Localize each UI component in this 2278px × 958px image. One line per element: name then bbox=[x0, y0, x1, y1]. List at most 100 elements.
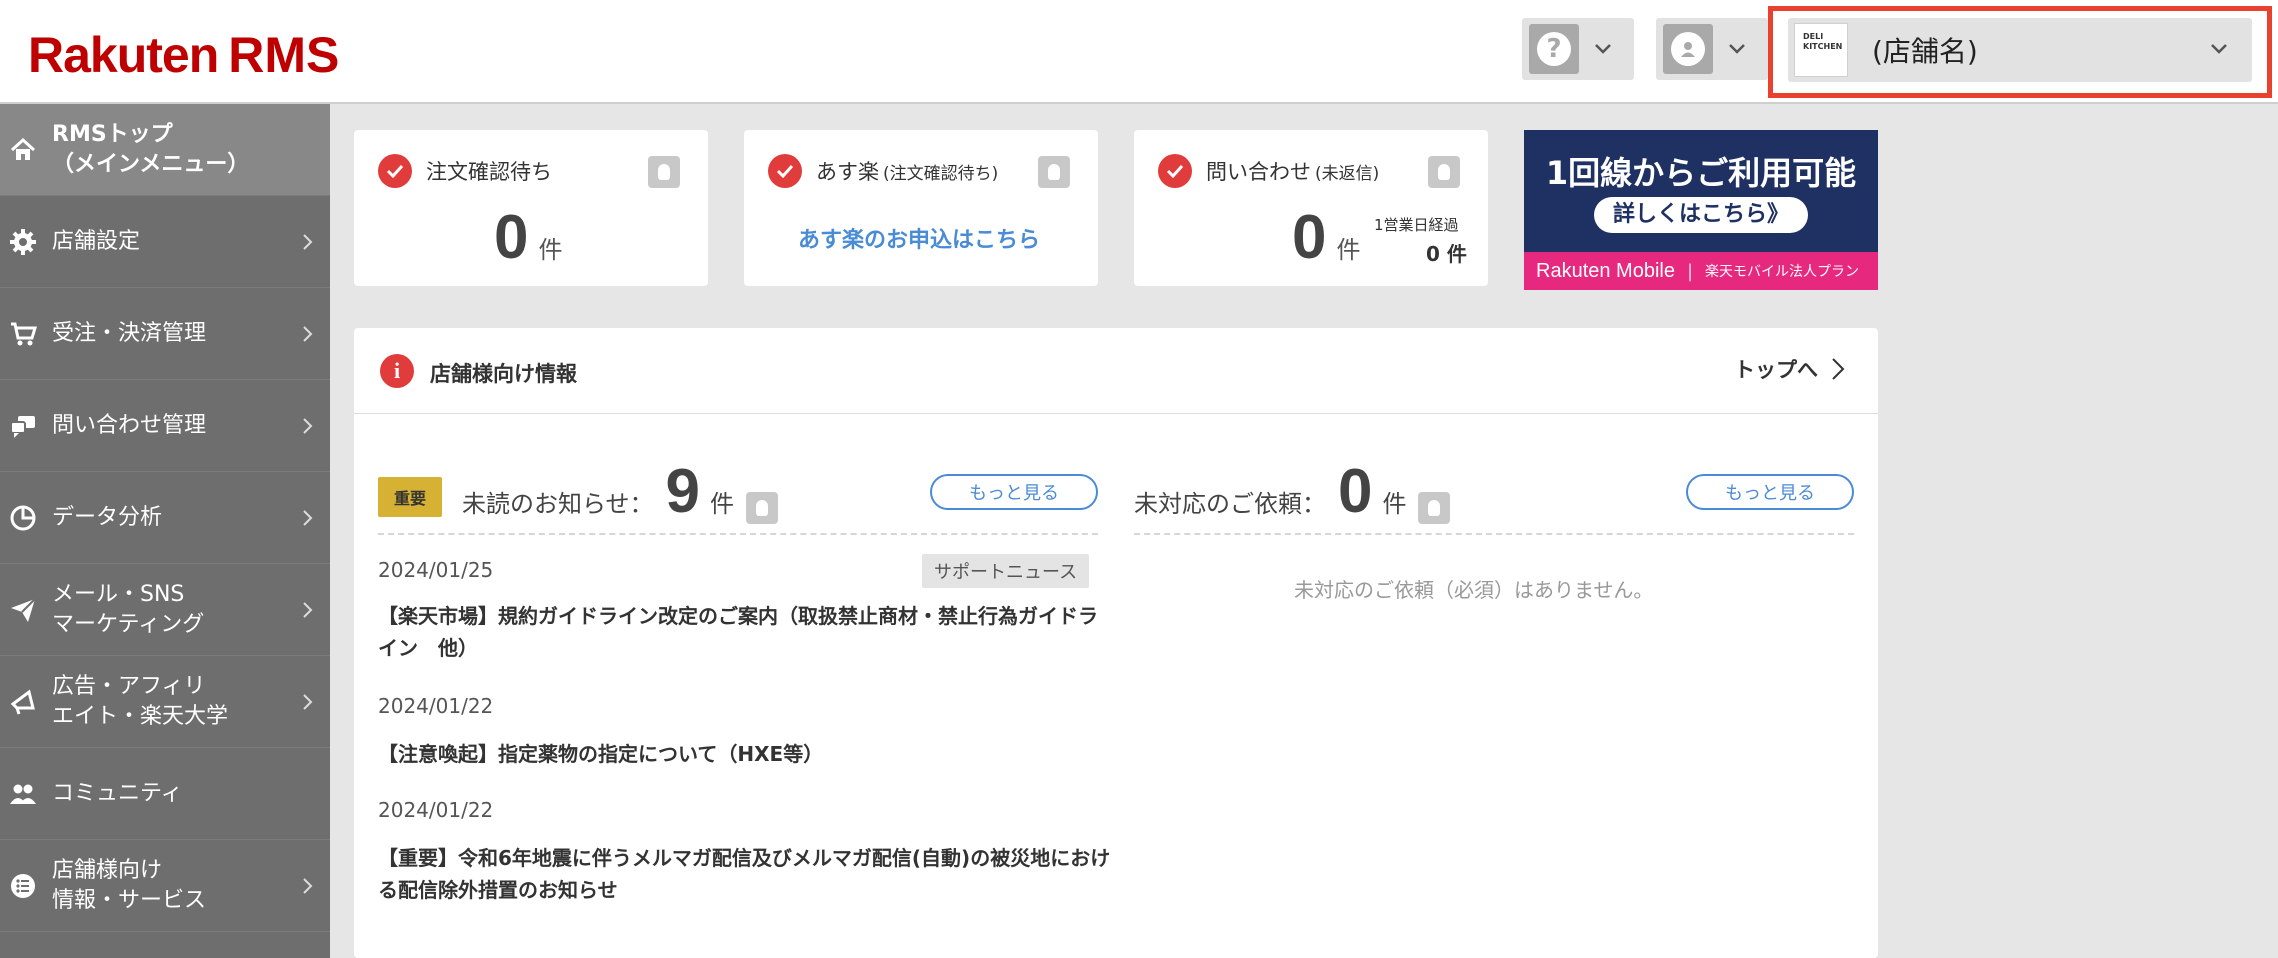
news-date: 2024/01/22 bbox=[378, 694, 494, 718]
help-menu-button[interactable]: ? bbox=[1522, 18, 1634, 80]
chevron-right-icon bbox=[303, 417, 313, 434]
card-title-sub: (未返信) bbox=[1315, 163, 1380, 184]
pending-requests-header: 未対応のご依頼： 0 件 bbox=[1134, 456, 1451, 527]
to-top-link[interactable]: トップへ bbox=[1734, 354, 1848, 384]
chevron-right-icon bbox=[303, 693, 313, 710]
sidebar-item-label: 店舗設定 bbox=[52, 228, 141, 254]
panel-header: i 店舗様向け情報 トップへ bbox=[354, 328, 1878, 414]
gear-icon bbox=[8, 227, 38, 257]
order-count: 0 件 bbox=[494, 202, 562, 273]
news-category-tag: サポートニュース bbox=[922, 554, 1090, 588]
news-title-link[interactable]: 【重要】令和6年地震に伴うメルマガ配信及びメルマガ配信(自動)の被災地における配… bbox=[378, 842, 1118, 906]
news-date: 2024/01/22 bbox=[378, 798, 494, 822]
sidebar-item-label: データ分析 bbox=[52, 504, 163, 530]
news-title-link[interactable]: 【注意喚起】指定薬物の指定について（HXE等） bbox=[378, 738, 1098, 770]
rakuten-rms-logo[interactable]: Rakuten RMS bbox=[28, 26, 339, 84]
important-badge: 重要 bbox=[378, 477, 443, 517]
chevron-right-icon bbox=[303, 509, 313, 526]
sidebar-item-label: コミュニティ bbox=[52, 780, 183, 806]
user-menu-button[interactable] bbox=[1656, 18, 1768, 80]
user-icon bbox=[1663, 24, 1713, 74]
banner-headline: 1回線からご利用可能 bbox=[1545, 154, 1857, 192]
check-circle-icon bbox=[378, 154, 412, 188]
pending-count: 0 bbox=[1338, 457, 1373, 526]
logo-product: RMS bbox=[228, 27, 340, 83]
card-title: 問い合わせ (未返信) bbox=[1158, 154, 1379, 188]
card-title-text: あす楽 bbox=[816, 160, 879, 184]
sidebar-item-store-info-services[interactable]: 店舗様向け 情報・サービス bbox=[0, 840, 330, 932]
check-circle-icon bbox=[1158, 154, 1192, 188]
pie-chart-icon bbox=[8, 503, 38, 533]
panel-title: 店舗様向け情報 bbox=[430, 362, 577, 386]
chevron-right-icon bbox=[303, 601, 313, 618]
order-count-number: 0 bbox=[494, 203, 529, 272]
unread-count-unit: 件 bbox=[710, 490, 735, 518]
list-icon bbox=[8, 871, 38, 901]
sidebar-item-mail-sns[interactable]: メール・SNS マーケティング bbox=[0, 564, 330, 656]
news-title-link[interactable]: 【楽天市場】規約ガイドライン改定のご案内（取扱禁止商材・禁止行為ガイドライン 他… bbox=[378, 600, 1098, 664]
pending-count-unit: 件 bbox=[1382, 490, 1407, 518]
order-confirmation-card[interactable]: 注文確認待ち 0 件 bbox=[354, 130, 708, 286]
sidebar-item-orders[interactable]: 受注・決済管理 bbox=[0, 288, 330, 380]
sidebar-item-data-analysis[interactable]: データ分析 bbox=[0, 472, 330, 564]
sidebar-item-label: メール・SNS マーケティング bbox=[52, 581, 205, 637]
sidebar-item-community[interactable]: コミュニティ bbox=[0, 748, 330, 840]
check-circle-icon bbox=[768, 154, 802, 188]
store-selector[interactable]: DELI KITCHEN (店舗名) bbox=[1788, 18, 2252, 82]
inquiry-count-unit: 件 bbox=[1336, 236, 1361, 264]
sidebar-item-label: 受注・決済管理 bbox=[52, 320, 207, 346]
lightbulb-hint-icon[interactable] bbox=[1038, 156, 1070, 188]
store-name: (店舗名) bbox=[1872, 35, 1978, 68]
lightbulb-hint-icon[interactable] bbox=[648, 156, 680, 188]
business-day-value: 0 件 bbox=[1426, 242, 1467, 266]
store-logo: DELI KITCHEN bbox=[1794, 23, 1848, 77]
lightbulb-hint-icon[interactable] bbox=[1418, 492, 1451, 524]
banner-details-button[interactable]: 詳しくはこちら》 bbox=[1594, 197, 1808, 233]
info-icon: i bbox=[380, 354, 414, 388]
card-title: 注文確認待ち bbox=[378, 154, 552, 188]
sidebar-item-inquiries[interactable]: 問い合わせ管理 bbox=[0, 380, 330, 472]
asuraku-apply-link[interactable]: あす楽のお申込はこちら bbox=[798, 222, 1040, 254]
sidebar-item-label: 問い合わせ管理 bbox=[52, 412, 207, 438]
unread-notices-header: 重要 未読のお知らせ： 9 件 bbox=[378, 456, 779, 527]
home-icon bbox=[8, 135, 38, 165]
business-day-label: 1営業日経過 bbox=[1374, 216, 1459, 234]
to-top-label: トップへ bbox=[1734, 358, 1818, 382]
paper-plane-icon bbox=[8, 595, 38, 625]
rakuten-mobile-logo: Rakuten Mobile bbox=[1536, 259, 1675, 282]
chevron-right-icon bbox=[303, 325, 313, 342]
banner-plan-text: 楽天モバイル法人プラン bbox=[1705, 264, 1860, 280]
order-count-unit: 件 bbox=[538, 236, 563, 264]
help-icon: ? bbox=[1529, 24, 1579, 74]
people-icon bbox=[8, 779, 38, 809]
megaphone-icon bbox=[8, 687, 38, 717]
sidebar-item-store-settings[interactable]: 店舗設定 bbox=[0, 196, 330, 288]
card-title-text: 注文確認待ち bbox=[426, 160, 552, 184]
sidebar-item-label: 広告・アフィリ エイト・楽天大学 bbox=[52, 673, 229, 729]
sidebar-item-ads-affiliate[interactable]: 広告・アフィリ エイト・楽天大学 bbox=[0, 656, 330, 748]
inquiry-count: 0 件 bbox=[1292, 202, 1360, 273]
chat-icon bbox=[8, 411, 38, 441]
card-title: あす楽 (注文確認待ち) bbox=[768, 154, 998, 188]
store-info-panel: i 店舗様向け情報 トップへ 重要 未読のお知らせ： 9 件 もっと見る 202… bbox=[354, 328, 1878, 958]
chevron-down-icon bbox=[1727, 39, 1747, 59]
header-bar: Rakuten RMS ? DELI KITCHEN (店舗名) bbox=[0, 0, 2278, 104]
chevron-right-icon bbox=[303, 233, 313, 250]
divider bbox=[1134, 533, 1854, 535]
requests-more-button[interactable]: もっと見る bbox=[1686, 474, 1854, 510]
logo-brand: Rakuten bbox=[28, 27, 219, 83]
inquiry-count-number: 0 bbox=[1292, 203, 1327, 272]
rakuten-mobile-banner[interactable]: 1回線からご利用可能 詳しくはこちら》 Rakuten Mobile | 楽天モ… bbox=[1524, 130, 1878, 290]
notices-more-button[interactable]: もっと見る bbox=[930, 474, 1098, 510]
lightbulb-hint-icon[interactable] bbox=[746, 492, 779, 524]
chevron-down-icon bbox=[2210, 40, 2228, 59]
chevron-right-icon bbox=[303, 877, 313, 894]
lightbulb-hint-icon[interactable] bbox=[1428, 156, 1460, 188]
cart-icon bbox=[8, 319, 38, 349]
unread-count: 9 bbox=[665, 457, 701, 526]
sidebar-item-rms-top[interactable]: RMSトップ （メインメニュー） bbox=[0, 104, 330, 196]
sidebar-item-label: RMSトップ （メインメニュー） bbox=[52, 121, 250, 177]
divider: | bbox=[1686, 260, 1694, 282]
banner-strip: Rakuten Mobile | 楽天モバイル法人プラン bbox=[1524, 252, 1878, 290]
inquiries-card[interactable]: 問い合わせ (未返信) 0 件 1営業日経過 0 件 bbox=[1134, 130, 1488, 286]
